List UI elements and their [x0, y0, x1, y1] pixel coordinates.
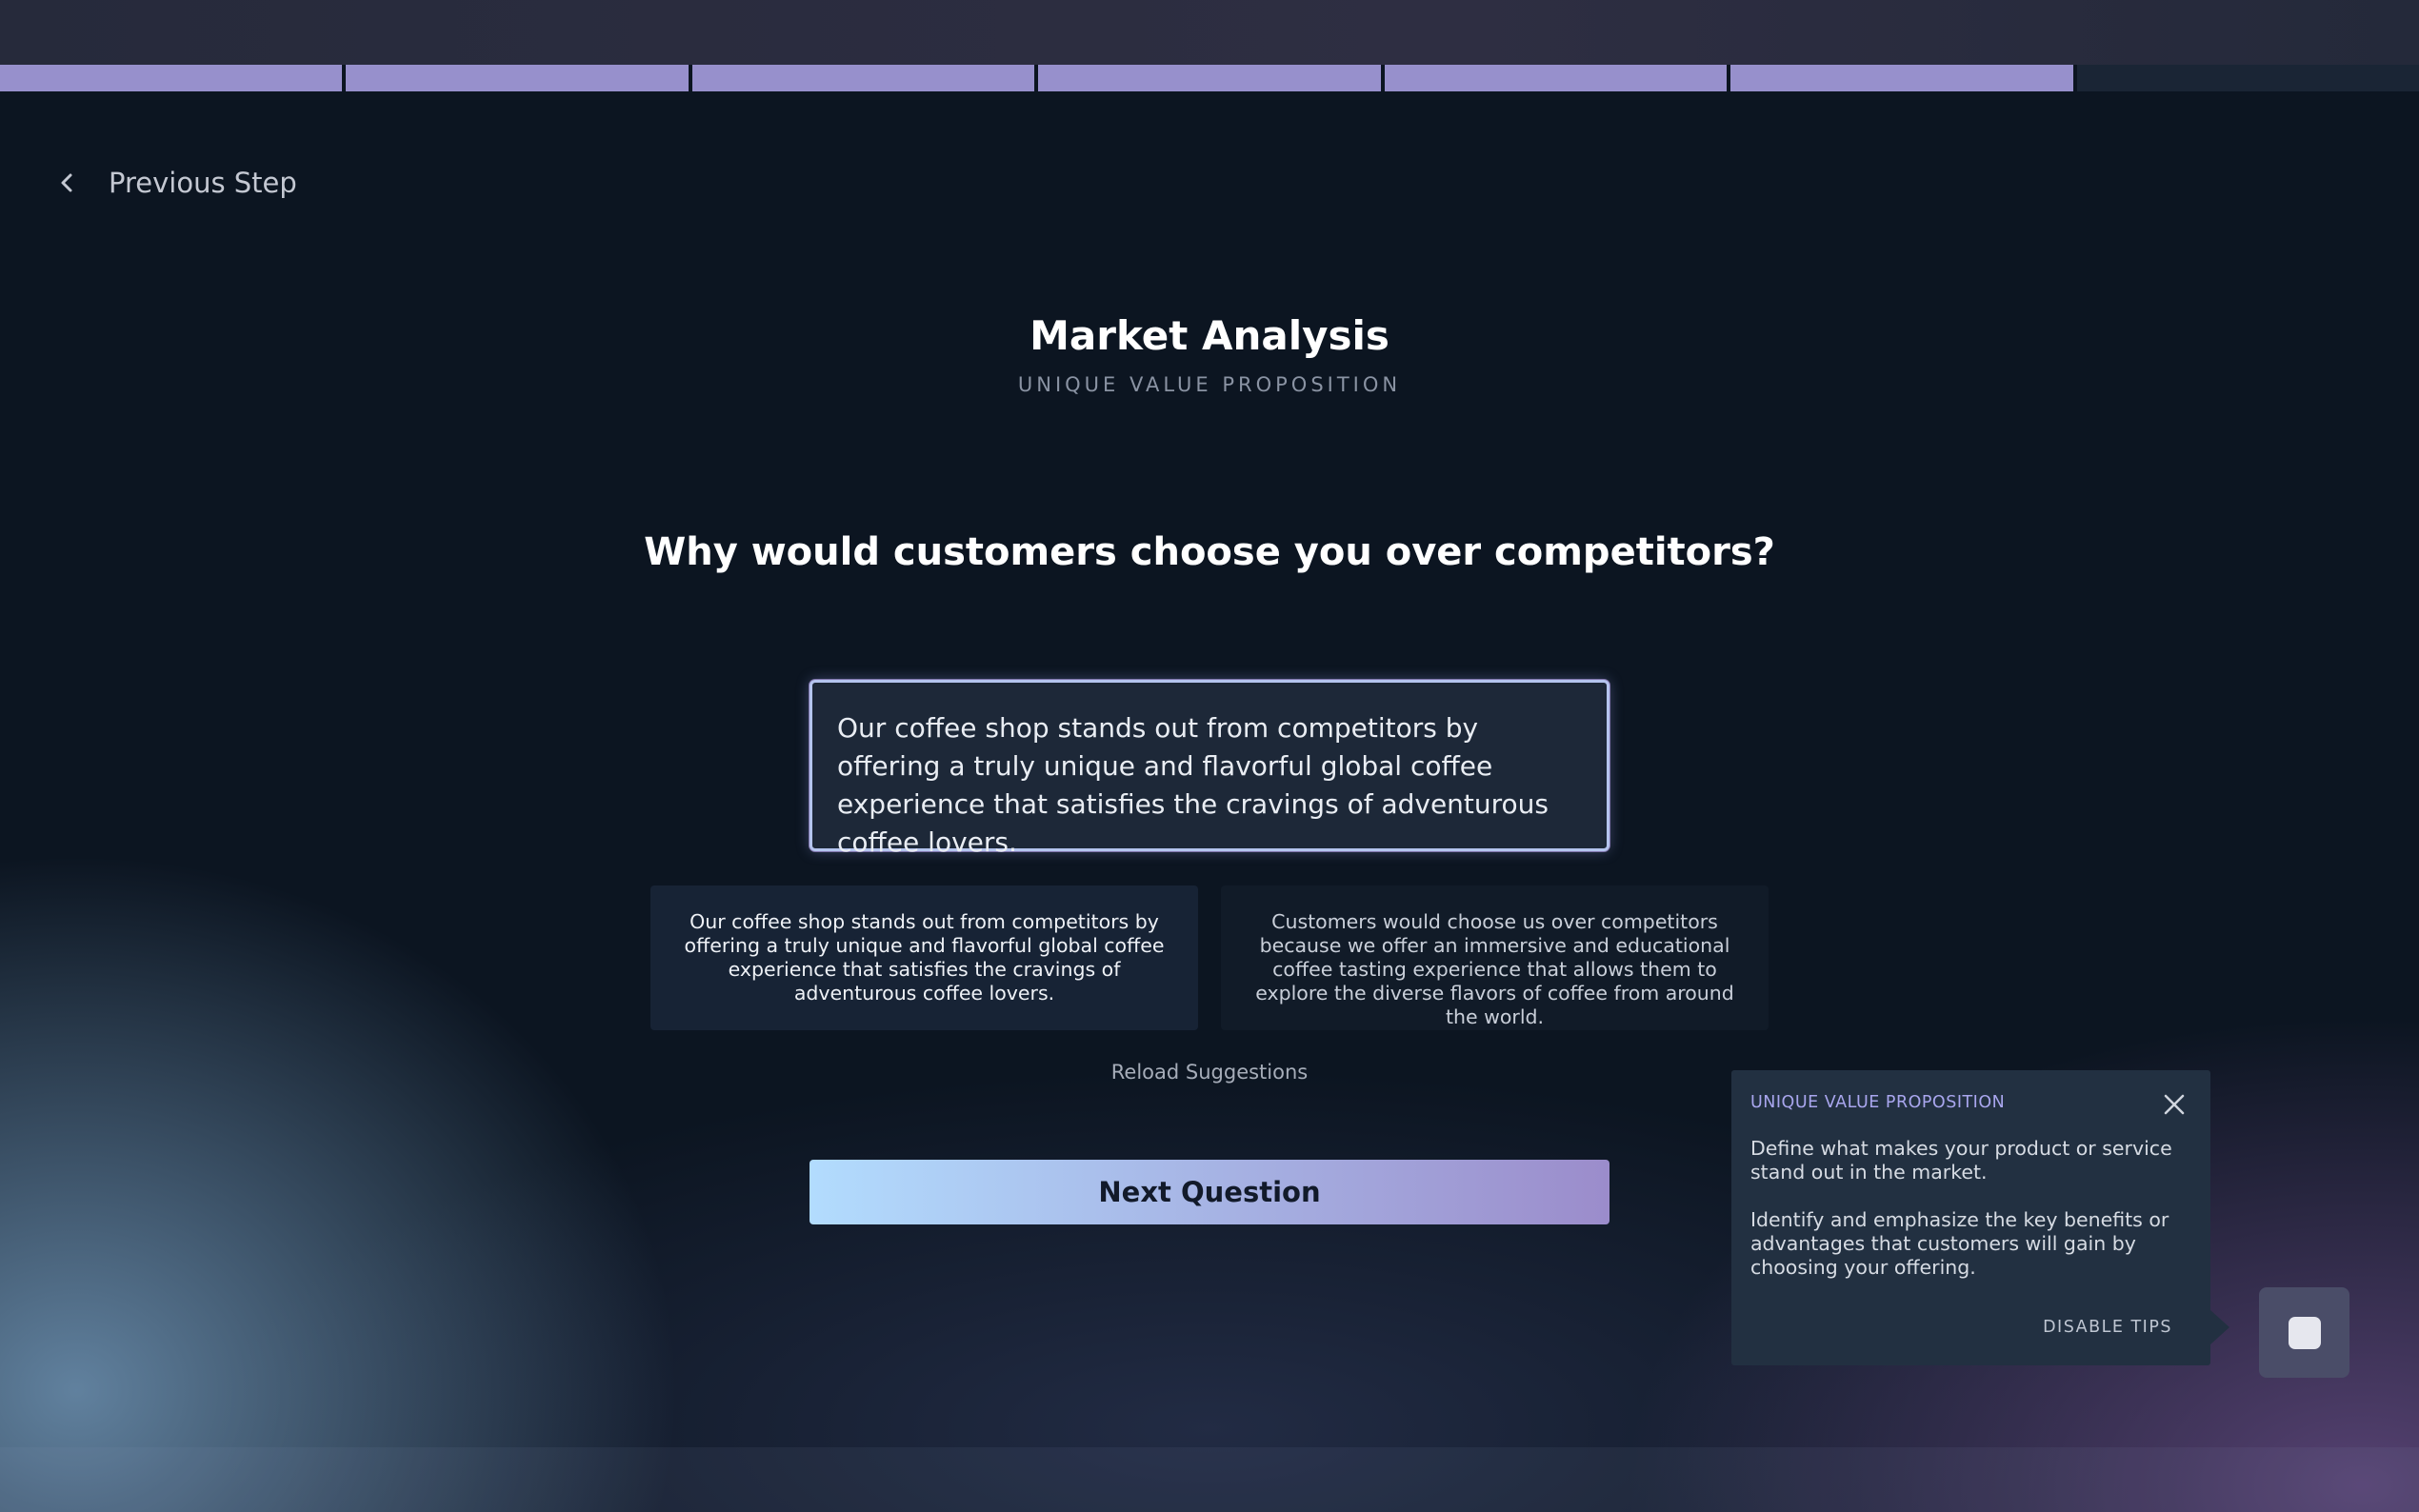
top-bar — [0, 0, 2419, 65]
progress-segment — [346, 65, 689, 91]
progress-segment — [1384, 65, 1728, 91]
tip-title: UNIQUE VALUE PROPOSITION — [1750, 1093, 2006, 1112]
previous-step-button[interactable]: Previous Step — [55, 162, 297, 204]
progress-segment — [691, 65, 1035, 91]
suggestion-card-2[interactable]: Customers would choose us over competito… — [1221, 885, 1769, 1030]
answer-input[interactable]: Our coffee shop stands out from competit… — [810, 680, 1609, 858]
suggestion-card-1[interactable]: Our coffee shop stands out from competit… — [650, 885, 1198, 1030]
close-icon[interactable] — [2163, 1093, 2186, 1116]
page-subtitle: UNIQUE VALUE PROPOSITION — [1017, 373, 1402, 396]
tip-panel: UNIQUE VALUE PROPOSITION Define what mak… — [1731, 1070, 2229, 1365]
progress-segment — [1038, 65, 1381, 91]
progress-segment — [0, 65, 343, 91]
progress-segment — [1730, 65, 2073, 91]
previous-step-label: Previous Step — [109, 167, 297, 199]
tip-paragraph-2: Identify and emphasize the key benefits … — [1750, 1208, 2169, 1279]
page-title: Market Analysis — [1030, 312, 1389, 359]
tips-toggle-button[interactable] — [2259, 1287, 2349, 1378]
question-text: Why would customers choose you over comp… — [644, 530, 1775, 574]
bottom-strip — [0, 1447, 2419, 1512]
tips-toggle-icon — [2288, 1316, 2321, 1349]
chevron-left-icon — [61, 173, 72, 192]
progress-bar — [0, 65, 2419, 91]
tip-paragraph-1: Define what makes your product or servic… — [1750, 1137, 2172, 1184]
next-question-button[interactable]: Next Question — [810, 1160, 1609, 1224]
disable-tips-button[interactable]: DISABLE TIPS — [2043, 1318, 2172, 1337]
progress-segment — [2076, 65, 2419, 91]
